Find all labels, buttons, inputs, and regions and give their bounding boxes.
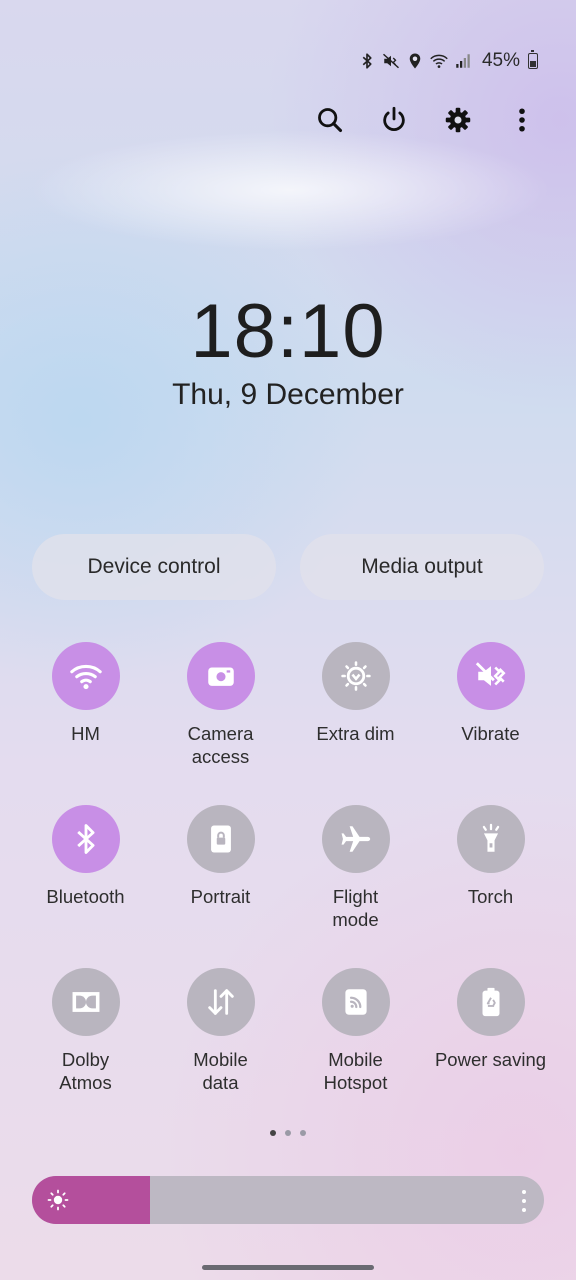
vibrate-icon [475,662,506,686]
tile-dolby-atmos[interactable]: Dolby Atmos [18,968,153,1131]
top-actions [316,98,536,142]
tile-label: Mobile Hotspot [323,1049,388,1093]
tile-vibrate-toggle[interactable] [456,642,525,710]
search-icon [318,108,343,133]
tile-power-saving-toggle[interactable] [456,968,525,1036]
tile-bluetooth[interactable]: Bluetooth [18,805,153,968]
clock-date[interactable]: Thu, 9 December [0,378,576,412]
brightness-slider[interactable] [32,1176,544,1224]
power-saving-icon [482,987,499,1017]
tile-power-saving[interactable]: Power saving [423,968,558,1131]
tile-label: Flight mode [332,886,379,930]
tile-mobile-data-toggle[interactable] [186,968,255,1036]
tile-bluetooth-toggle[interactable] [51,805,120,873]
airplane-icon [341,826,370,852]
tile-label: HM [71,723,100,744]
search-button[interactable] [316,98,344,142]
sun-icon [47,1189,69,1211]
portrait-lock-icon [210,825,231,853]
page-dot [270,1130,276,1136]
tile-camera-access-toggle[interactable] [186,642,255,710]
home-indicator[interactable] [202,1265,374,1270]
tile-portrait-toggle[interactable] [186,805,255,873]
bluetooth-icon [362,53,372,69]
tile-torch-toggle[interactable] [456,805,525,873]
tile-label: Dolby Atmos [59,1049,112,1093]
battery-percent: 45% [481,50,520,71]
tile-extra-dim[interactable]: Extra dim [288,642,423,805]
tile-label: Extra dim [316,723,395,744]
tile-flight-mode[interactable]: Flight mode [288,805,423,968]
hotspot-icon [344,989,367,1015]
tile-label: Torch [467,886,514,907]
settings-button[interactable] [444,98,472,142]
device-control-button[interactable]: Device control [32,534,276,600]
brightness-more-button[interactable] [522,1190,526,1212]
page-dot [285,1130,291,1136]
tile-torch[interactable]: Torch [423,805,558,968]
status-bar: 45% [358,50,538,72]
extra-dim-icon [340,661,371,691]
tile-camera-access[interactable]: Camera access [153,642,288,805]
dolby-icon [72,992,99,1012]
tile-dolby-atmos-toggle[interactable] [51,968,120,1036]
wifi-icon [69,664,102,690]
mobile-data-icon [207,989,234,1015]
bluetooth-icon [76,824,95,854]
mute-vibrate-icon [382,53,399,69]
quick-settings-grid: HM Camera access Extra dim Vibrate Bluet… [18,642,558,1131]
tile-mobile-data[interactable]: Mobile data [153,968,288,1131]
tile-wifi[interactable]: HM [18,642,153,805]
tile-label: Power saving [434,1049,547,1070]
tile-label: Vibrate [461,723,520,744]
tile-mobile-hotspot-toggle[interactable] [321,968,390,1036]
battery-icon [528,50,538,69]
page-indicator[interactable] [0,1130,576,1136]
power-button[interactable] [380,98,408,142]
wifi-icon [430,54,448,68]
media-output-button[interactable]: Media output [300,534,544,600]
tile-mobile-hotspot[interactable]: Mobile Hotspot [288,968,423,1131]
tile-extra-dim-toggle[interactable] [321,642,390,710]
torch-icon [482,823,499,852]
tile-flight-mode-toggle[interactable] [321,805,390,873]
page-dot [300,1130,306,1136]
power-icon [383,106,405,131]
tile-label: Mobile data [193,1049,248,1093]
tile-wifi-toggle[interactable] [51,642,120,710]
tile-portrait[interactable]: Portrait [153,805,288,968]
tile-vibrate[interactable]: Vibrate [423,642,558,805]
signal-icon [456,54,470,68]
tile-label: Portrait [190,886,251,907]
camera-icon [207,667,234,686]
tile-label: Camera access [187,723,254,767]
battery-level [530,60,536,67]
settings-icon [445,107,471,133]
more-vert-icon [519,108,525,132]
clock-time[interactable]: 18:10 [0,288,576,375]
location-icon [409,53,421,69]
tile-label: Bluetooth [46,886,125,907]
more-options-button[interactable] [508,98,536,142]
